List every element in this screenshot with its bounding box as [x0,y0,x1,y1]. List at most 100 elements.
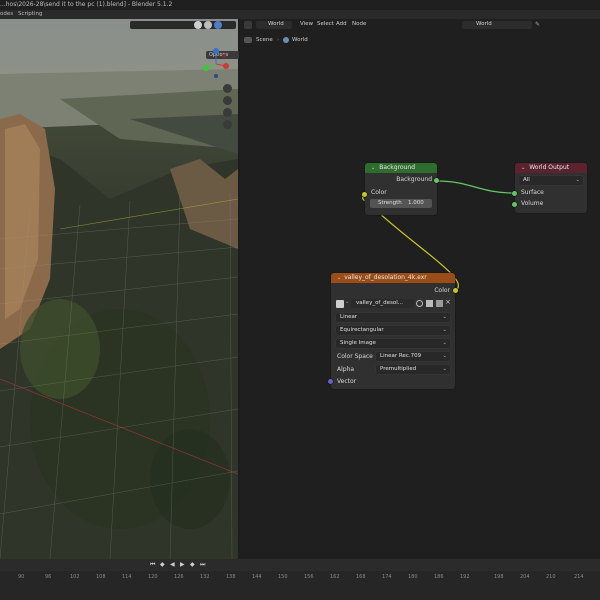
viewport-nav-buttons [223,84,232,130]
close-icon[interactable]: × [445,298,451,306]
surface-input-socket[interactable] [512,191,517,196]
material-preview-icon[interactable] [204,21,212,29]
breadcrumb-separator: › [277,37,279,43]
window-title: ...hos\2026-28\send it to the pc (1).ble… [0,1,173,8]
frame-tick: 168 [356,574,366,580]
world-datablock-name: World [476,21,492,27]
interpolation-select[interactable]: Linear ⌄ [336,313,450,322]
3d-viewport[interactable] [0,19,238,559]
background-node-title: Background [379,164,415,171]
projection-select[interactable]: Equirectangular ⌄ [336,326,450,335]
chevron-down-icon: ⌄ [442,340,447,346]
chevron-down-icon: ⌄ [442,327,447,333]
solid-shading-icon[interactable] [194,21,202,29]
next-keyframe-icon[interactable]: ◆ [190,561,195,568]
frame-tick: 132 [200,574,210,580]
frame-tick: 126 [174,574,184,580]
frame-tick: 120 [148,574,158,580]
frame-tick: 108 [96,574,106,580]
frame-tick: 156 [304,574,314,580]
open-folder-icon[interactable] [436,300,443,307]
tab-scripting[interactable]: Scripting [18,11,42,17]
frame-tick: 96 [45,574,52,580]
prev-keyframe-icon[interactable]: ◆ [160,561,165,568]
play-reverse-icon[interactable]: ◀ [170,561,175,568]
alpha-select[interactable]: Premultiplied ⌄ [376,365,450,374]
color-input-socket[interactable] [362,192,367,197]
world-icon [283,37,289,43]
frame-tick: 192 [460,574,470,580]
chevron-down-icon: ⌄ [442,314,447,320]
image-icon[interactable] [336,300,344,308]
frame-tick: 180 [408,574,418,580]
frame-tick: 114 [122,574,132,580]
frame-tick: 204 [520,574,530,580]
world-output-node-header[interactable]: ⌄ World Output [515,163,587,173]
world-output-node[interactable]: ⌄ World Output All ⌄ Surface Volume [515,163,587,213]
alpha-value: Premultiplied [380,366,417,372]
play-icon[interactable]: ▶ [180,561,185,568]
playback-controls: ⏮ ◆ ◀ ▶ ◆ ⏭ [150,561,220,569]
navigation-gizmo[interactable] [198,44,234,84]
image-name: valley_of_desol... [356,300,403,306]
color-space-value: Linear Rec.709 [380,353,422,359]
pin-icon[interactable]: ✎ [535,21,540,28]
chevron-down-icon: ⌄ [442,353,447,359]
shader-type-value: World [268,21,284,27]
scene-icon [244,37,252,43]
fake-user-shield-icon[interactable] [416,300,423,307]
color-space-select[interactable]: Linear Rec.709 ⌄ [376,352,450,361]
tab-shading[interactable]: odes [0,11,13,17]
editor-type-icon[interactable] [244,21,252,29]
vector-input-socket[interactable] [328,379,333,384]
environment-texture-node-header[interactable]: ⌄ valley_of_desolation_4k.exr [331,273,455,283]
frame-tick: 198 [494,574,504,580]
projection-value: Equirectangular [340,327,384,333]
pan-hand-icon[interactable] [223,96,232,105]
breadcrumb-world[interactable]: World [292,37,308,43]
strength-value: 1.000 [408,200,424,206]
perspective-toggle-icon[interactable] [223,120,232,129]
background-node[interactable]: ⌄ Background Background Color Strength 1.… [365,163,437,215]
menu-view[interactable]: View [300,21,313,27]
image-name-field[interactable]: valley_of_desol... [351,299,414,308]
duplicate-copy-icon[interactable] [426,300,433,307]
camera-view-icon[interactable] [223,108,232,117]
volume-input-socket[interactable] [512,202,517,207]
background-output-socket[interactable] [434,178,439,183]
source-value: Single Image [340,340,376,346]
color-input-label: Color [371,189,387,196]
frame-tick: 162 [330,574,340,580]
source-select[interactable]: Single Image ⌄ [336,339,450,348]
target-value: All [523,177,530,183]
frame-tick: 144 [252,574,262,580]
node-editor-header: World View Select Add Node World ✎ [240,19,600,31]
timeline[interactable]: 90 96 102 108 114 120 126 132 138 144 15… [0,571,600,600]
environment-texture-node[interactable]: ⌄ valley_of_desolation_4k.exr Color ⌄ val… [331,273,455,389]
breadcrumb-scene[interactable]: Scene [256,37,273,43]
menu-node[interactable]: Node [352,21,366,27]
menu-add[interactable]: Add [336,21,347,27]
menu-select[interactable]: Select [317,21,334,27]
frame-tick: 150 [278,574,288,580]
texture-color-output-label: Color [434,287,450,294]
jump-start-icon[interactable]: ⏮ [150,561,155,569]
world-datablock-select[interactable] [462,21,532,29]
volume-input-label: Volume [521,200,544,207]
zoom-icon[interactable] [223,84,232,93]
strength-field[interactable]: Strength 1.000 [370,199,432,208]
chevron-down-icon: ⌄ [442,366,447,372]
background-node-header[interactable]: ⌄ Background [365,163,437,173]
target-select[interactable]: All ⌄ [519,176,583,185]
workspace-tabs: odes Scripting [0,10,600,19]
world-output-node-title: World Output [529,164,570,171]
timeline-ruler[interactable]: 90 96 102 108 114 120 126 132 138 144 15… [0,571,600,583]
texture-color-output-socket[interactable] [453,288,458,293]
frame-tick: 138 [226,574,236,580]
rendered-shading-icon[interactable] [214,21,222,29]
timeline-header: ⏮ ◆ ◀ ▶ ◆ ⏭ [0,559,600,571]
jump-end-icon[interactable]: ⏭ [200,561,205,569]
viewport-header: Options [0,19,239,59]
chevron-down-icon[interactable]: ⌄ [345,299,349,305]
background-output-label: Background [396,176,432,183]
